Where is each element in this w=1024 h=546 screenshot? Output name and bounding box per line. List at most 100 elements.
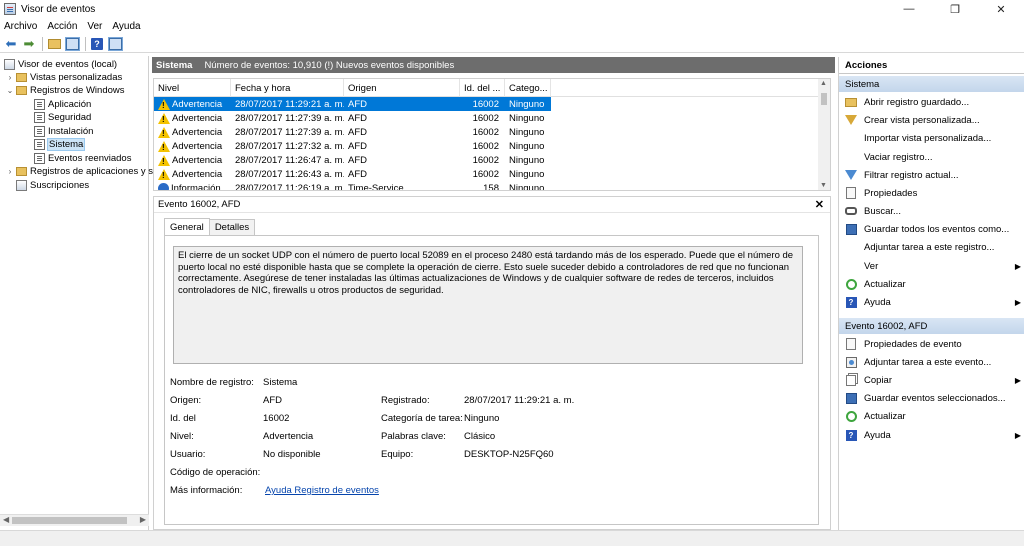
tree-item-label: Registros de Windows [30,85,125,96]
action-save-all-events[interactable]: Guardar todos los eventos como... [839,220,1024,238]
scroll-up-icon[interactable]: ▲ [820,80,827,87]
action-view[interactable]: Ver ▶ [839,257,1024,275]
tab-general[interactable]: General [164,218,210,235]
information-icon [158,182,169,190]
log-title: Sistema [156,59,193,71]
tree-item-root[interactable]: Visor de eventos (local) [4,58,117,71]
tree-item-security[interactable]: Seguridad [34,111,91,124]
event-log-help-link[interactable]: Ayuda Registro de eventos [265,485,379,496]
menu-archivo[interactable]: Archivo [4,21,37,32]
table-row[interactable]: Información 28/07/2017 11:26:19 a. m. Ti… [154,181,551,191]
task-category-label: Categoría de tarea: [381,413,463,424]
column-header-level[interactable]: Nivel [154,79,231,97]
tree-item-system[interactable]: Sistema [34,138,86,151]
expand-icon[interactable]: › [6,73,14,82]
column-header-category[interactable]: Catego... [505,79,551,97]
forward-button[interactable]: ➡ [21,36,37,52]
log-icon [34,139,45,150]
tree-horizontal-scrollbar[interactable]: ◀ ▶ [0,514,149,526]
action-help-event[interactable]: ? Ayuda ▶ [839,426,1024,444]
action-filter-current-log[interactable]: Filtrar registro actual... [839,166,1024,184]
table-row[interactable]: Advertencia 28/07/2017 11:27:39 a. m. AF… [154,111,551,125]
action-label: Propiedades [864,187,918,199]
scrollbar-thumb[interactable] [12,517,127,524]
scroll-left-icon[interactable]: ◀ [3,515,9,524]
tree-item-app-service-logs[interactable]: › Registros de aplicaciones y s [6,165,153,178]
action-open-saved-log[interactable]: Abrir registro guardado... [839,93,1024,111]
level-cell: Advertencia [154,139,231,153]
tree-item-application[interactable]: Aplicación [34,98,91,111]
toolbar: ⬅ ➡ ? [0,35,1024,53]
menu-ayuda[interactable]: Ayuda [112,21,140,32]
expand-icon[interactable]: › [6,167,14,176]
computer-label: Equipo: [381,449,414,460]
log-name-value: Sistema [263,377,298,388]
actions-section-system[interactable]: Sistema [839,76,1024,92]
show-hide-actions-button[interactable] [107,36,123,52]
table-row[interactable]: Advertencia 28/07/2017 11:27:32 a. m. AF… [154,139,551,153]
action-label: Actualizar [864,410,906,422]
event-description[interactable]: El cierre de un socket UDP con el número… [173,246,803,364]
collapse-icon[interactable]: ⌄ [6,86,14,95]
action-properties[interactable]: Propiedades [839,184,1024,202]
warning-icon [158,140,170,152]
scroll-right-icon[interactable]: ▶ [140,515,146,524]
minimize-button[interactable]: — [886,0,932,18]
tree-item-windows-logs[interactable]: ⌄ Registros de Windows [6,84,125,97]
action-label: Buscar... [864,205,901,217]
column-header-source[interactable]: Origen [344,79,460,97]
column-header-date[interactable]: Fecha y hora [231,79,344,97]
table-row[interactable]: Advertencia 28/07/2017 11:29:21 a. m. AF… [154,97,551,111]
status-bar [0,530,1024,546]
folder-icon [16,167,27,176]
scrollbar-thumb[interactable] [821,93,827,105]
action-pane-icon [107,36,123,51]
tree-item-forwarded-events[interactable]: Eventos reenviados [34,152,131,165]
help-button[interactable]: ? [89,36,105,52]
scroll-down-icon[interactable]: ▼ [820,182,827,189]
level-cell: Información [154,181,231,191]
up-folder-button[interactable] [46,36,62,52]
actions-section-event[interactable]: Evento 16002, AFD [839,318,1024,334]
action-clear-log[interactable]: Vaciar registro... [839,148,1024,166]
action-label: Actualizar [864,278,906,290]
action-attach-task-to-log[interactable]: Adjuntar tarea a este registro... [839,238,1024,256]
action-refresh-event[interactable]: Actualizar [839,407,1024,425]
category-cell: Ninguno [509,154,545,166]
level-text: Advertencia [172,126,223,138]
table-row[interactable]: Advertencia 28/07/2017 11:26:47 a. m. AF… [154,153,551,167]
action-create-custom-view[interactable]: Crear vista personalizada... [839,111,1024,129]
id-cell: 16002 [472,140,499,152]
keywords-value: Clásico [464,431,496,442]
close-button[interactable]: ✕ [978,0,1024,18]
keywords-label: Palabras clave: [381,431,446,442]
menu-ver[interactable]: Ver [87,21,102,32]
close-detail-icon[interactable]: ✕ [815,198,824,211]
event-viewer-icon [4,59,15,70]
maximize-button[interactable]: ❐ [932,0,978,18]
action-label: Importar vista personalizada... [864,132,992,144]
events-vertical-scrollbar[interactable]: ▲ ▼ [818,79,830,190]
table-row[interactable]: Advertencia 28/07/2017 11:26:43 a. m. AF… [154,167,551,181]
action-refresh[interactable]: Actualizar [839,275,1024,293]
action-event-properties[interactable]: Propiedades de evento [839,335,1024,353]
detail-header: Evento 16002, AFD ✕ [154,197,830,213]
action-import-custom-view[interactable]: Importar vista personalizada... [839,129,1024,147]
action-attach-task-to-event[interactable]: Adjuntar tarea a este evento... [839,353,1024,371]
tree-item-subscriptions[interactable]: Suscripciones [16,179,89,192]
tab-details[interactable]: Detalles [208,219,256,235]
tree-item-custom-views[interactable]: › Vistas personalizadas [6,71,123,84]
action-copy[interactable]: Copiar ▶ [839,371,1024,389]
table-row[interactable]: Advertencia 28/07/2017 11:27:39 a. m. AF… [154,125,551,139]
event-detail-pane: Evento 16002, AFD ✕ General Detalles El … [153,196,831,530]
action-help[interactable]: ? Ayuda ▶ [839,293,1024,311]
back-button[interactable]: ⬅ [3,36,19,52]
action-save-selected-events[interactable]: Guardar eventos seleccionados... [839,389,1024,407]
tree-item-label: Seguridad [48,112,92,123]
level-text: Información [171,182,221,191]
action-find[interactable]: Buscar... [839,202,1024,220]
column-header-id[interactable]: Id. del ... [460,79,505,97]
menu-accion[interactable]: Acción [47,21,77,32]
tree-item-setup[interactable]: Instalación [34,125,93,138]
show-hide-tree-button[interactable] [64,36,80,52]
